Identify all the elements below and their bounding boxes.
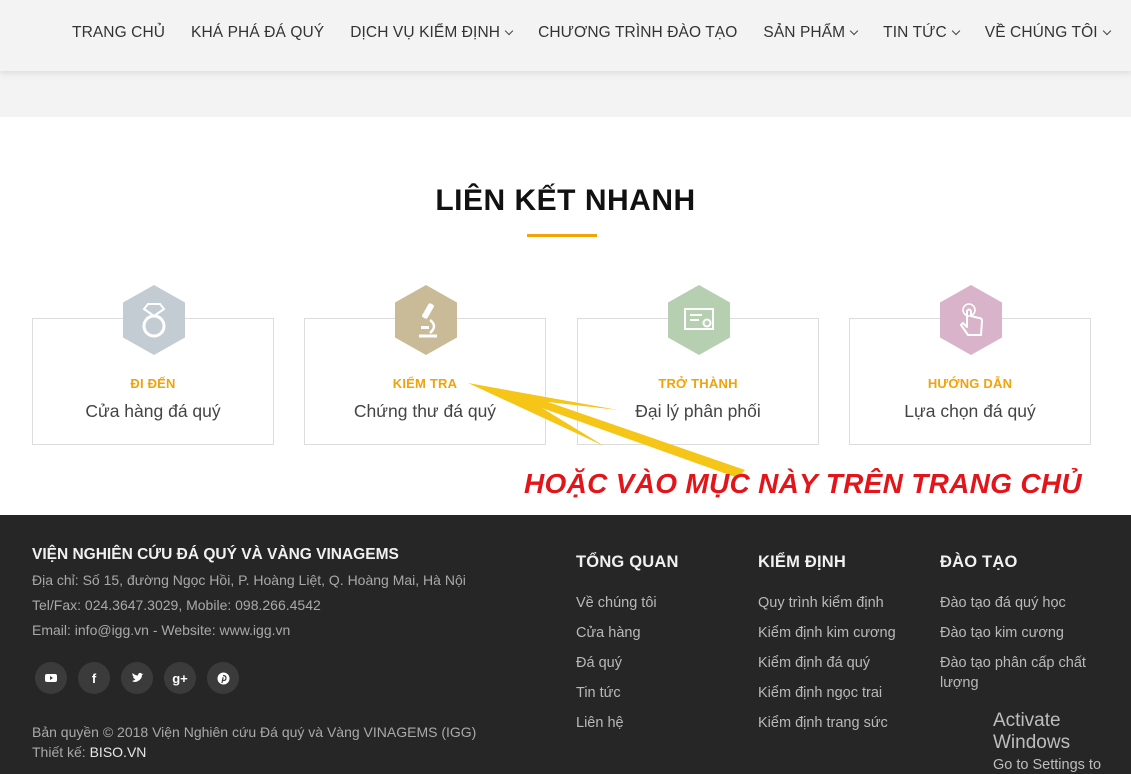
nav-item-ve-chung-toi[interactable]: VỀ CHÚNG TÔI [985,24,1111,42]
card-subtitle: Lựa chọn đá quý [904,401,1036,421]
twitter-icon[interactable] [121,662,153,694]
footer-address: Địa chỉ: Số 15, đường Ngọc Hồi, P. Hoàng… [32,572,466,588]
google-plus-icon[interactable]: g+ [164,662,196,694]
footer-link[interactable]: Đào tạo đá quý học [940,593,1110,613]
footer-link[interactable]: Liên hệ [576,713,679,733]
card-kicker: ĐI ĐẾN [130,376,176,391]
nav-menu: TRANG CHỦ KHÁ PHÁ ĐÁ QUÝ DỊCH VỤ KIỂM ĐỊ… [72,24,1131,42]
facebook-icon[interactable]: f [78,662,110,694]
footer-org-name: VIỆN NGHIÊN CỨU ĐÁ QUÝ VÀ VÀNG VINAGEMS [32,546,399,563]
footer-email: Email: info@igg.vn - Website: www.igg.vn [32,622,291,638]
footer-column-dao-tao: ĐÀO TẠO Đào tạo đá quý học Đào tạo kim c… [940,553,1110,703]
card-subtitle: Đại lý phân phối [635,401,761,421]
youtube-icon[interactable] [35,662,67,694]
chevron-down-icon [504,26,514,36]
chevron-down-icon [1102,26,1111,36]
top-navigation: TRANG CHỦ KHÁ PHÁ ĐÁ QUÝ DỊCH VỤ KIỂM ĐỊ… [0,0,1131,71]
footer-link[interactable]: Cửa hàng [576,623,679,643]
nav-item-chuong-trinh-dao-tao[interactable]: CHƯƠNG TRÌNH ĐÀO TẠO [538,24,737,42]
footer-link[interactable]: Tin tức [576,683,679,703]
designer-link[interactable]: BISO.VN [90,744,147,760]
ring-icon [123,285,185,355]
footer-link[interactable]: Đào tạo phân cấp chất lượng [940,653,1110,693]
footer-link[interactable]: Đá quý [576,653,679,673]
footer-link[interactable]: Quy trình kiểm định [758,593,896,613]
certificate-icon [668,285,730,355]
footer-column-tong-quan: TỔNG QUAN Về chúng tôi Cửa hàng Đá quý T… [576,553,679,743]
footer-link[interactable]: Kiểm định trang sức [758,713,896,733]
quick-link-card-certificate[interactable]: KIỂM TRA Chứng thư đá quý [304,285,546,445]
card-kicker: KIỂM TRA [392,376,458,391]
pinterest-icon[interactable] [207,662,239,694]
annotation-text: HOẶC VÀO MỤC NÀY TRÊN TRANG CHỦ [524,468,1082,499]
quick-link-card-distributor[interactable]: TRỞ THÀNH Đại lý phân phối [577,285,819,445]
social-links: f g+ [35,662,239,694]
footer-column-title: KIỂM ĐỊNH [758,553,846,571]
card-subtitle: Chứng thư đá quý [353,401,497,421]
watermark-title: Activate Windows [993,710,1071,753]
header-band [0,71,1131,117]
title-underline [527,234,597,237]
footer-link[interactable]: Kiểm định đá quý [758,653,896,673]
footer-designer: Thiết kế: BISO.VN [32,744,147,760]
nav-item-tin-tuc[interactable]: TIN TỨC [883,24,961,42]
nav-item-trang-chu[interactable]: TRANG CHỦ [72,24,165,42]
footer: VIỆN NGHIÊN CỨU ĐÁ QUÝ VÀ VÀNG VINAGEMS … [0,515,1131,774]
chevron-down-icon [849,26,859,36]
section-title: LIÊN KẾT NHANH [435,184,696,217]
nav-item-san-pham[interactable]: SẢN PHẨM [763,24,859,42]
nav-item-dich-vu-kiem-dinh[interactable]: DỊCH VỤ KIỂM ĐỊNH [350,24,514,42]
hand-pointer-icon [940,285,1002,355]
footer-link[interactable]: Đào tạo kim cương [940,623,1110,643]
microscope-icon [395,285,457,355]
footer-copyright: Bản quyền © 2018 Viện Nghiên cứu Đá quý … [32,724,477,740]
chevron-down-icon [951,26,961,36]
watermark-subtitle: Go to Settings to activate Windows. [993,757,1110,774]
quick-link-card-shop[interactable]: ĐI ĐẾN Cửa hàng đá quý [32,285,274,445]
footer-column-title: TỔNG QUAN [576,553,679,571]
footer-phone: Tel/Fax: 024.3647.3029, Mobile: 098.266.… [32,597,321,613]
footer-link[interactable]: Kiểm định ngọc trai [758,683,896,703]
windows-activation-watermark: Activate Windows Go to Settings to activ… [993,710,1131,774]
card-kicker: HƯỚNG DẪN [927,376,1013,391]
nav-item-kham-pha-da-quy[interactable]: KHÁ PHÁ ĐÁ QUÝ [191,24,324,42]
footer-link[interactable]: Về chúng tôi [576,593,679,613]
footer-column-kiem-dinh: KIỂM ĐỊNH Quy trình kiểm định Kiểm định … [758,553,896,743]
card-kicker: TRỞ THÀNH [658,376,738,391]
footer-link[interactable]: Kiểm định kim cương [758,623,896,643]
quick-link-card-guide[interactable]: HƯỚNG DẪN Lựa chọn đá quý [849,285,1091,445]
footer-column-title: ĐÀO TẠO [940,553,1018,571]
card-subtitle: Cửa hàng đá quý [85,401,221,421]
